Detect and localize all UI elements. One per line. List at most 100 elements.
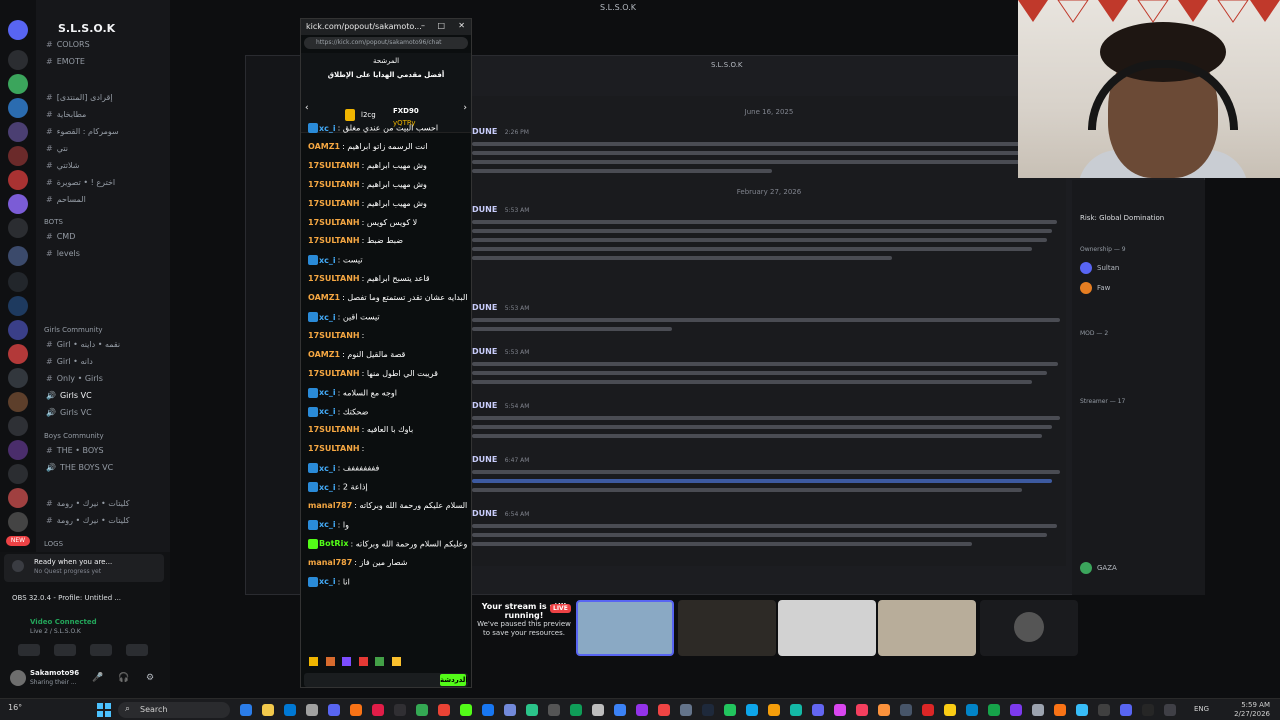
message[interactable]: DUNE 5:53 AM [472, 344, 1062, 384]
category-boys-community[interactable]: Boys Community [44, 432, 104, 440]
chat-message[interactable]: 17SULTANH: وش مهيب ابراهيم [308, 199, 468, 208]
discord-icon[interactable] [328, 704, 340, 716]
channel-item[interactable]: # levels [46, 249, 80, 258]
weather-widget[interactable]: 16° [8, 703, 22, 712]
channel-item[interactable]: # Girl • نقمه • داينه [46, 340, 120, 349]
taskbar-app-icon[interactable] [240, 704, 252, 716]
message-author[interactable]: DUNE [472, 205, 497, 214]
channel-item[interactable]: # CMD [46, 232, 75, 241]
chat-message[interactable]: xc_i: وا [308, 519, 468, 530]
chat-message[interactable]: xc_i: 2 إذاعة [308, 482, 468, 493]
chat-username[interactable]: xc_i [319, 388, 336, 397]
taskbar-app-icon[interactable] [922, 704, 934, 716]
emote-icon[interactable] [391, 657, 401, 666]
taskbar-app-icon[interactable] [372, 704, 384, 716]
chat-username[interactable]: OAMZ1 [308, 350, 340, 359]
chat-username[interactable]: 17SULTANH [308, 236, 360, 245]
obs-icon[interactable] [394, 704, 406, 716]
server-icon[interactable] [8, 392, 28, 412]
chat-username[interactable]: xc_i [319, 124, 336, 133]
taskbar-app-icon[interactable] [702, 704, 714, 716]
channel-item[interactable]: # سومركام : القصوء [46, 127, 119, 136]
chat-message[interactable]: 17SULTANH: لا كويس كويس [308, 218, 468, 227]
chat-message[interactable]: xc_i: تيست [308, 255, 468, 266]
channel-item[interactable]: # Only • Girls [46, 374, 103, 383]
taskbar-app-icon[interactable] [746, 704, 758, 716]
screen-share-button[interactable] [54, 644, 76, 656]
voice-channel-boys-vc[interactable]: 🔊 THE BOYS VC [46, 463, 113, 472]
category-logs[interactable]: LOGS [44, 540, 63, 548]
message-author[interactable]: DUNE [472, 509, 497, 518]
chat-message[interactable]: xc_i: اوجه مع السلامه [308, 387, 468, 398]
server-icon[interactable] [8, 464, 28, 484]
chat-message[interactable]: manal787: شصار مين فاز [308, 558, 468, 567]
channel-item[interactable]: # Girl • دانه [46, 357, 93, 366]
server-icon[interactable] [8, 246, 28, 266]
chat-username[interactable]: 17SULTANH [308, 331, 360, 340]
taskbar-app-icon[interactable] [592, 704, 604, 716]
chat-message[interactable]: 17SULTANH: قاعد يتسبح ابراهيم [308, 274, 468, 283]
username[interactable]: Sakamoto96 [30, 669, 79, 677]
message[interactable]: DUNE 6:54 AM [472, 506, 1062, 546]
participant-tile[interactable] [576, 600, 674, 656]
windows-start-icon[interactable] [97, 703, 111, 717]
taskbar-app-icon[interactable] [614, 704, 626, 716]
chevron-right-icon[interactable]: › [463, 103, 467, 113]
server-icon[interactable] [8, 272, 28, 292]
message-author[interactable]: DUNE [472, 127, 497, 136]
discord-home-icon[interactable] [8, 20, 28, 40]
taskbar-app-icon[interactable] [1010, 704, 1022, 716]
chat-message[interactable]: xc_i: ضحكتك [308, 406, 468, 417]
clock[interactable]: 5:59 AM 2/27/2026 [1234, 701, 1270, 719]
chat-message[interactable]: 17SULTANH: باوك با العافيه [308, 425, 468, 434]
chat-username[interactable]: manal787 [308, 501, 352, 510]
server-icon[interactable] [8, 146, 28, 166]
chat-message[interactable]: 17SULTANH: [308, 444, 468, 453]
file-explorer-icon[interactable] [262, 704, 274, 716]
emote-icon[interactable] [342, 657, 351, 666]
voice-channel-girls-vc[interactable]: 🔊 Girls VC [46, 391, 92, 400]
taskbar-app-icon[interactable] [570, 704, 582, 716]
server-icon[interactable] [8, 344, 28, 364]
server-icon[interactable] [8, 368, 28, 388]
chat-username[interactable]: xc_i [319, 464, 336, 473]
taskbar-app-icon[interactable] [350, 704, 362, 716]
message-author[interactable]: DUNE [472, 303, 497, 312]
taskbar-app-icon[interactable] [636, 704, 648, 716]
obs-activity[interactable]: OBS 32.0.4 - Profile: Untitled ... [12, 594, 121, 602]
chat-message[interactable]: OAMZ1: اقرا من البدايه عشان تقدر تستمتع … [308, 293, 468, 302]
channel-item[interactable]: # مطابخاية [46, 110, 86, 119]
send-button[interactable]: الدردشة [440, 674, 468, 686]
taskbar-app-icon[interactable] [1054, 704, 1066, 716]
taskbar-app-icon[interactable] [966, 704, 978, 716]
chat-username[interactable]: xc_i [319, 256, 336, 265]
headphones-icon[interactable]: 🎧 [118, 673, 129, 683]
maximize-icon[interactable]: □ [437, 21, 445, 30]
taskbar-app-icon[interactable] [1076, 704, 1088, 716]
chat-username[interactable]: 17SULTANH [308, 180, 360, 189]
category-girls-community[interactable]: Girls Community [44, 326, 103, 334]
chat-username[interactable]: 17SULTANH [308, 218, 360, 227]
taskbar-app-icon[interactable] [988, 704, 1000, 716]
taskbar-app-icon[interactable] [724, 704, 736, 716]
taskbar-app-icon[interactable] [658, 704, 670, 716]
voice-channel-name[interactable]: Live 2 / S.L.S.O.K [30, 628, 81, 635]
chat-username[interactable]: OAMZ1 [308, 142, 340, 151]
soundboard-button[interactable] [126, 644, 148, 656]
chat-username[interactable]: 17SULTANH [308, 161, 360, 170]
taskbar-app-icon[interactable] [856, 704, 868, 716]
chrome-icon[interactable] [416, 704, 428, 716]
channel-item[interactable]: # EMOTE [46, 57, 85, 66]
chat-username[interactable]: 17SULTANH [308, 444, 360, 453]
taskbar-app-icon[interactable] [526, 704, 538, 716]
camera-button[interactable] [18, 644, 40, 656]
chat-message[interactable]: xc_i: احسب البيت من عندي مغلق [308, 123, 468, 133]
server-icon[interactable] [8, 170, 28, 190]
minimize-icon[interactable]: – [421, 21, 425, 30]
chat-message[interactable]: 17SULTANH: [308, 331, 468, 340]
chat-message[interactable]: 17SULTANH: قريبت الي اطول منها [308, 369, 468, 378]
chat-message[interactable]: xc_i: انا [308, 576, 468, 587]
taskbar-app-icon[interactable] [768, 704, 780, 716]
channel-item[interactable]: # كليتات • نيرك • رومة [46, 516, 130, 525]
popout-titlebar[interactable]: kick.com/popout/sakamoto... ✕ □ – [301, 19, 471, 35]
